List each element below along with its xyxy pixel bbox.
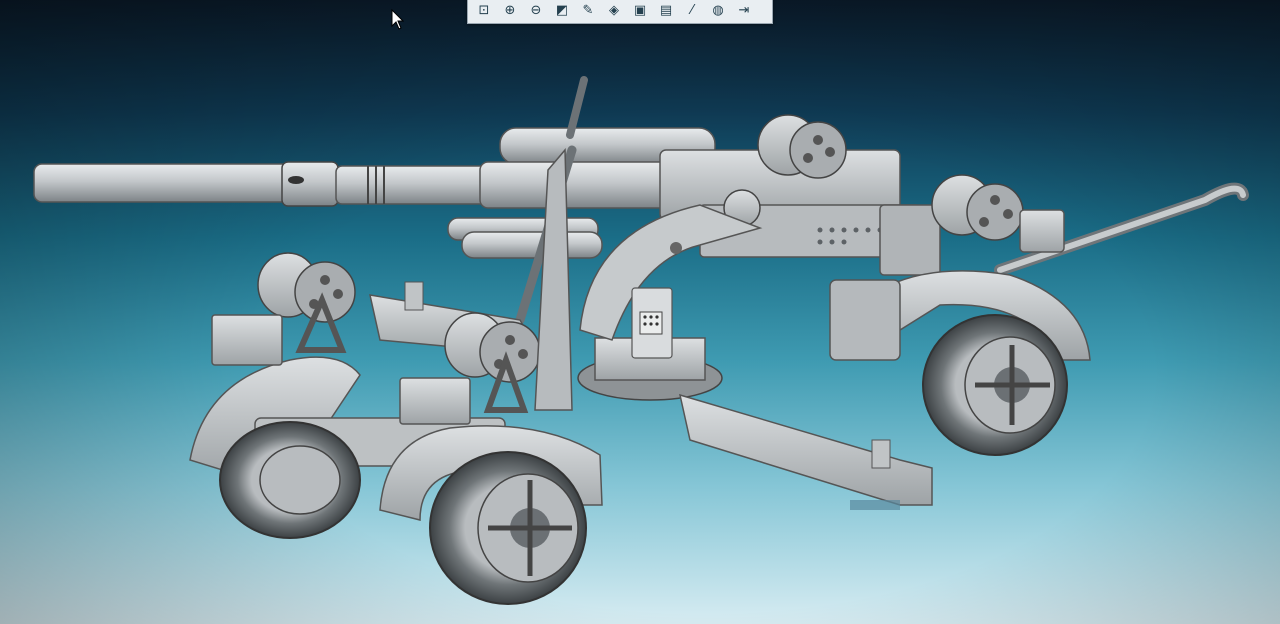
front-right-wheel bbox=[429, 451, 587, 605]
isometric-view-icon[interactable]: ◈ bbox=[602, 0, 626, 21]
view-orientation-icon[interactable]: ◩ bbox=[550, 0, 574, 21]
turntable-mount bbox=[577, 204, 763, 401]
section-view-icon[interactable]: ✎ bbox=[576, 0, 600, 21]
cable-reel-right bbox=[931, 174, 1065, 253]
cable-reel-left bbox=[211, 252, 356, 366]
zoom-in-icon[interactable]: ⊕ bbox=[498, 0, 522, 21]
gun-barrel bbox=[33, 161, 671, 209]
view-toolbar: ⊡ ⊕ ⊖ ◩ ✎ ◈ ▣ ▤ ⁄ ◍ ⇥ bbox=[467, 0, 773, 24]
zoom-out-icon[interactable]: ⊖ bbox=[524, 0, 548, 21]
rear-right-wheel bbox=[922, 314, 1068, 456]
cable-reel-top bbox=[757, 114, 847, 179]
appearance-icon[interactable]: ◍ bbox=[706, 0, 730, 21]
mouse-pointer-icon bbox=[391, 9, 405, 30]
gun-3d-model[interactable] bbox=[0, 0, 1280, 624]
outrigger-right bbox=[678, 393, 933, 510]
front-left-wheel bbox=[219, 421, 361, 539]
scene-icon[interactable]: ⇥ bbox=[732, 0, 756, 21]
display-style-icon[interactable]: ▣ bbox=[628, 0, 652, 21]
hide-show-icon[interactable]: ⁄ bbox=[680, 0, 704, 21]
save-view-icon[interactable]: ▤ bbox=[654, 0, 678, 21]
zoom-fit-icon[interactable]: ⊡ bbox=[472, 0, 496, 21]
